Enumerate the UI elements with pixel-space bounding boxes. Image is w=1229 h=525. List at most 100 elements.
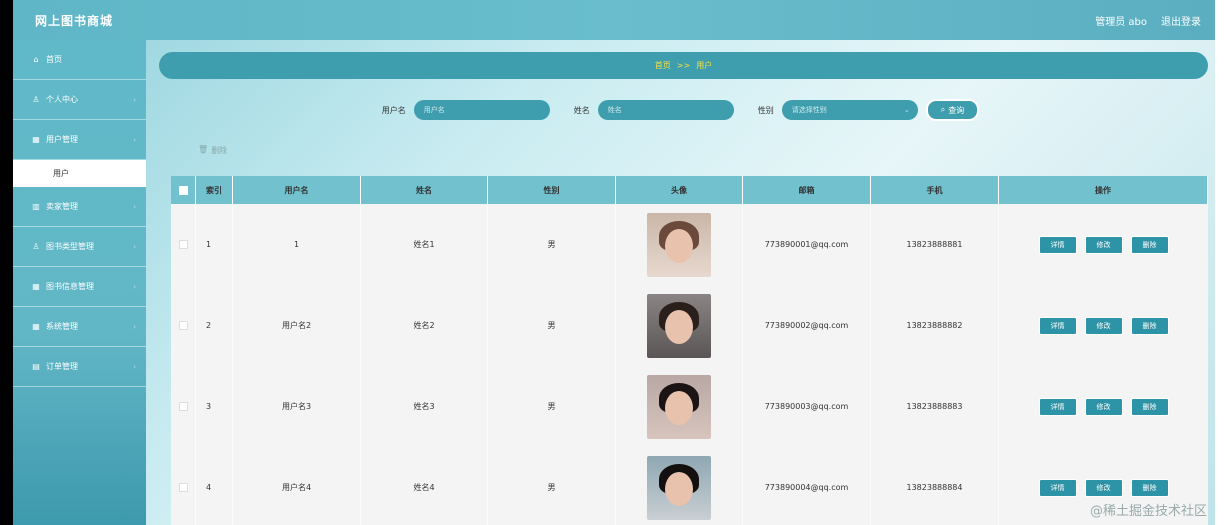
sidebar-item-sellers[interactable]: ▥ 卖家管理 ›: [13, 187, 146, 227]
cell-phone: 13823888884: [871, 447, 999, 525]
grid-icon: ▦: [32, 322, 40, 331]
sidebar-item-label: 卖家管理: [46, 202, 78, 211]
sidebar-item-book-types[interactable]: ♙ 图书类型管理 ›: [13, 227, 146, 267]
sidebar-item-users[interactable]: ▦ 用户管理 ›: [13, 120, 146, 160]
header-index: 索引: [196, 176, 233, 204]
cell-sex: 男: [488, 204, 616, 285]
sidebar-item-label: 用户管理: [46, 135, 78, 144]
cell-name: 姓名3: [361, 366, 488, 447]
breadcrumb-home[interactable]: 首页: [655, 60, 671, 71]
cell-email: 773890004@qq.com: [743, 447, 871, 525]
avatar: [647, 455, 711, 520]
cell-username: 1: [233, 204, 361, 285]
logout-link[interactable]: 退出登录: [1161, 13, 1201, 28]
breadcrumb-current: 用户: [696, 61, 713, 70]
name-label: 姓名: [573, 105, 590, 115]
cell-sex: 男: [488, 366, 616, 447]
sex-label: 性别: [757, 105, 774, 115]
edit-button[interactable]: 修改: [1084, 235, 1123, 254]
batch-delete-button[interactable]: 🗑 删除: [198, 145, 227, 156]
cell-index: 1: [196, 204, 233, 285]
search-bar: 用户名 姓名 性别 请选择性别 ⌄ ⌕ 查询: [146, 98, 1215, 122]
cell-email: 773890003@qq.com: [743, 366, 871, 447]
name-input[interactable]: [597, 100, 734, 120]
sidebar-item-profile[interactable]: ♙ 个人中心 ›: [13, 80, 146, 120]
delete-button[interactable]: 删除: [1130, 397, 1169, 416]
user-icon: ♙: [32, 242, 40, 251]
cell-phone: 13823888883: [871, 366, 999, 447]
select-all-checkbox[interactable]: [178, 185, 188, 195]
page-margin: [1215, 0, 1229, 525]
cell-sex: 男: [488, 285, 616, 366]
avatar: [647, 293, 711, 358]
chart-icon: ▥: [32, 202, 40, 211]
cell-username: 用户名2: [233, 285, 361, 366]
top-bar: 网上图书商城 管理员 abo 退出登录: [13, 0, 1215, 40]
cell-username: 用户名3: [233, 366, 361, 447]
sex-select-placeholder: 请选择性别: [791, 106, 827, 114]
detail-button[interactable]: 详情: [1038, 316, 1077, 335]
table-row: 4 用户名4 姓名4 男 773890004@qq.com 1382388888…: [171, 447, 1208, 525]
breadcrumb-separator: >>: [676, 61, 691, 70]
sidebar-item-label: 图书类型管理: [46, 242, 94, 251]
header-name: 姓名: [361, 176, 488, 204]
window-edge: [0, 0, 13, 525]
cell-index: 3: [196, 366, 233, 447]
delete-button[interactable]: 删除: [1130, 478, 1169, 497]
cell-phone: 13823888881: [871, 204, 999, 285]
sidebar-item-home[interactable]: ⌂ 首页: [13, 40, 146, 80]
app-root: 网上图书商城 管理员 abo 退出登录 ⌂ 首页 ♙ 个人中心 › ▦ 用户管理 › …: [13, 0, 1215, 525]
app-title: 网上图书商城: [35, 13, 114, 28]
sex-select[interactable]: 请选择性别 ⌄: [781, 100, 918, 120]
cell-email: 773890002@qq.com: [743, 285, 871, 366]
username-input[interactable]: [413, 100, 550, 120]
table-row: 2 用户名2 姓名2 男 773890002@qq.com 1382388888…: [171, 285, 1208, 366]
query-button[interactable]: ⌕ 查询: [925, 99, 980, 121]
sidebar-item-label: 订单管理: [46, 362, 78, 371]
header-sex: 性别: [488, 176, 616, 204]
sidebar: ⌂ 首页 ♙ 个人中心 › ▦ 用户管理 › 用户 ▥ 卖家管理 › ♙ 图书类型管理 ›…: [13, 40, 146, 525]
cell-email: 773890001@qq.com: [743, 204, 871, 285]
top-right-actions: 管理员 abo 退出登录: [1095, 13, 1201, 28]
row-checkbox[interactable]: [178, 483, 188, 492]
sidebar-item-orders[interactable]: ▤ 订单管理 ›: [13, 347, 146, 387]
avatar: [647, 374, 711, 439]
breadcrumb: 首页 >> 用户: [159, 52, 1208, 79]
chevron-icon: ›: [133, 362, 136, 371]
edit-button[interactable]: 修改: [1084, 397, 1123, 416]
trash-icon: 🗑: [198, 145, 209, 154]
grid-icon: ▦: [32, 135, 40, 144]
grid-icon: ▦: [32, 282, 40, 291]
main-content: 首页 >> 用户 用户名 姓名 性别 请选择性别 ⌄ ⌕ 查询 🗑 删除: [146, 40, 1215, 525]
watermark: @稀土掘金技术社区: [1089, 504, 1207, 519]
query-button-label: 查询: [948, 105, 965, 115]
cell-sex: 男: [488, 447, 616, 525]
edit-button[interactable]: 修改: [1084, 316, 1123, 335]
delete-button[interactable]: 删除: [1130, 235, 1169, 254]
row-checkbox[interactable]: [178, 402, 188, 411]
row-checkbox[interactable]: [178, 240, 188, 249]
username-label: 用户名: [381, 105, 406, 115]
chevron-down-icon: ⌄: [903, 106, 910, 114]
cell-name: 姓名2: [361, 285, 488, 366]
user-icon: ♙: [32, 95, 40, 104]
admin-name: 管理员 abo: [1095, 16, 1147, 28]
edit-button[interactable]: 修改: [1084, 478, 1123, 497]
table-row: 3 用户名3 姓名3 男 773890003@qq.com 1382388888…: [171, 366, 1208, 447]
detail-button[interactable]: 详情: [1038, 397, 1077, 416]
chevron-icon: ›: [133, 135, 136, 144]
sidebar-item-label: 个人中心: [46, 95, 78, 104]
sidebar-item-system[interactable]: ▦ 系统管理 ›: [13, 307, 146, 347]
chevron-icon: ›: [133, 242, 136, 251]
header-email: 邮箱: [743, 176, 871, 204]
delete-button[interactable]: 删除: [1130, 316, 1169, 335]
chevron-icon: ›: [133, 202, 136, 211]
home-icon: ⌂: [33, 55, 39, 64]
detail-button[interactable]: 详情: [1038, 235, 1077, 254]
header-actions: 操作: [999, 176, 1208, 204]
cell-name: 姓名1: [361, 204, 488, 285]
row-checkbox[interactable]: [178, 321, 188, 330]
detail-button[interactable]: 详情: [1038, 478, 1077, 497]
sidebar-subitem-user[interactable]: 用户: [13, 160, 146, 187]
sidebar-item-book-info[interactable]: ▦ 图书信息管理 ›: [13, 267, 146, 307]
